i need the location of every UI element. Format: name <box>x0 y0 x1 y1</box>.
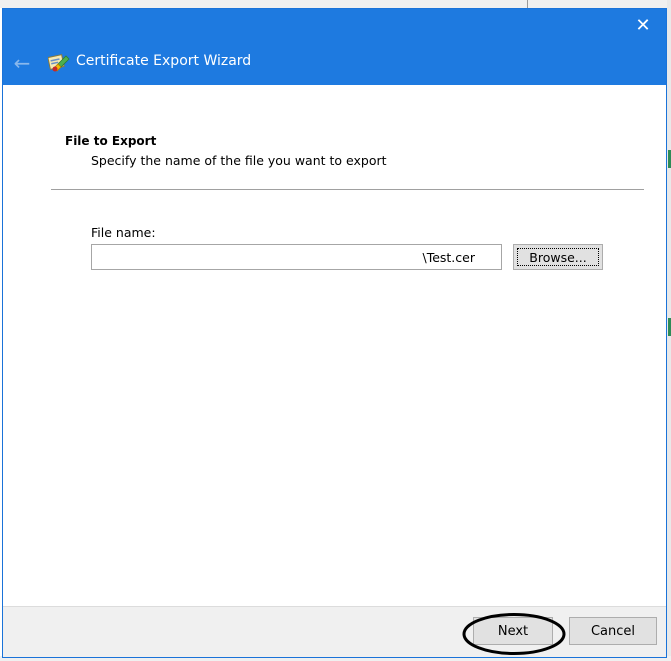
certificate-export-wizard-window: ✕ ← Certificate Export Wizard File to Ex… <box>2 8 667 658</box>
background-window-edge <box>0 0 671 8</box>
wizard-title: Certificate Export Wizard <box>76 53 252 69</box>
title-bar: ✕ <box>3 9 666 42</box>
file-name-label: File name: <box>91 225 156 240</box>
back-arrow-icon[interactable]: ← <box>9 50 35 76</box>
page-description: Specify the name of the file you want to… <box>91 153 387 168</box>
highlight-ellipse <box>462 613 566 655</box>
page-title: File to Export <box>65 134 157 148</box>
wizard-header: ← Certificate Export Wizard <box>3 42 666 85</box>
cancel-button[interactable]: Cancel <box>569 617 657 645</box>
close-icon: ✕ <box>635 15 651 36</box>
close-button[interactable]: ✕ <box>620 9 666 42</box>
background-divider <box>527 0 528 8</box>
screen: ✕ ← Certificate Export Wizard File to Ex… <box>0 0 671 661</box>
background-window-right-edge <box>667 0 671 661</box>
browse-button[interactable]: Browse... <box>513 244 603 270</box>
certificate-icon <box>48 54 70 72</box>
file-name-input[interactable] <box>91 244 502 270</box>
header-separator <box>51 189 644 190</box>
cancel-button-label: Cancel <box>590 623 636 639</box>
focus-indicator <box>517 248 599 266</box>
